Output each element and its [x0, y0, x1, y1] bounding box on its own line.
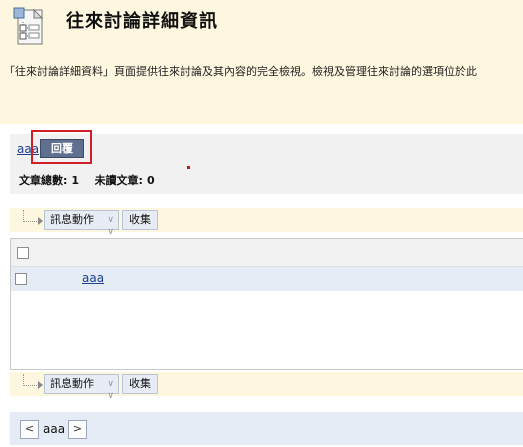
- total-posts-label: 文章總數:: [19, 174, 68, 187]
- row-checkbox[interactable]: [15, 273, 27, 285]
- red-dot: [187, 166, 190, 169]
- total-posts-value: 1: [71, 174, 80, 187]
- discussion-board-icon: [13, 7, 44, 45]
- arrow-icon: [38, 217, 43, 225]
- message-subject-link[interactable]: aaa: [82, 271, 104, 285]
- pager: < aaa >: [10, 412, 523, 445]
- message-actions-button[interactable]: 訊息動作 ∨ ∨: [44, 374, 119, 401]
- post-stats: 文章總數: 1 未讀文章: 0: [19, 172, 159, 188]
- table-row: aaa: [11, 267, 523, 291]
- unread-posts-value: 0: [146, 174, 155, 187]
- page-header: 往來討論詳細資訊 「往來討論詳細資料」頁面提供往來討論及其內容的完全檢視。檢視及…: [0, 0, 523, 124]
- chevron-down-icon: ∨ ∨: [107, 215, 114, 237]
- message-list: aaa: [10, 238, 523, 370]
- select-all-checkbox[interactable]: [17, 247, 29, 259]
- action-bar-top: 訊息動作 ∨ ∨ 收集: [10, 208, 523, 237]
- reply-button[interactable]: 回覆: [40, 139, 84, 158]
- pager-current: aaa: [43, 422, 66, 436]
- previous-button[interactable]: <: [20, 420, 39, 439]
- unread-posts-label: 未讀文章:: [94, 174, 143, 187]
- message-actions-label: 訊息動作: [50, 377, 94, 390]
- collect-button[interactable]: 收集: [122, 210, 158, 230]
- message-actions-button[interactable]: 訊息動作 ∨ ∨: [44, 210, 119, 237]
- arrow-icon: [38, 381, 43, 389]
- next-button[interactable]: >: [68, 420, 87, 439]
- chevron-down-icon: ∨ ∨: [107, 379, 114, 401]
- page-description: 「往來討論詳細資料」頁面提供往來討論及其內容的完全檢視。檢視及管理往來討論的選項…: [4, 65, 477, 78]
- action-bar-bottom: 訊息動作 ∨ ∨ 收集: [10, 372, 523, 401]
- collect-button[interactable]: 收集: [122, 374, 158, 394]
- page-title: 往來討論詳細資訊: [66, 11, 218, 32]
- message-actions-label: 訊息動作: [50, 213, 94, 226]
- list-header: [11, 239, 523, 267]
- reply-bar: aaa 回覆 文章總數: 1 未讀文章: 0: [10, 130, 523, 194]
